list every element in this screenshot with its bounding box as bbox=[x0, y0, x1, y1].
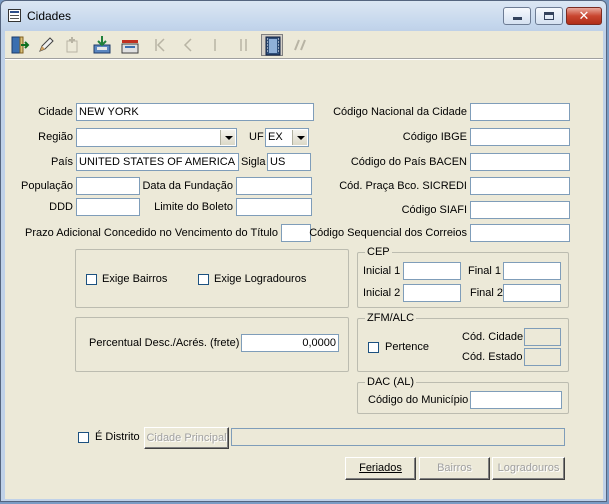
maximize-button[interactable] bbox=[535, 7, 563, 25]
cidade-principal-button[interactable]: Cidade Principal bbox=[144, 427, 229, 449]
cod-estado-input[interactable] bbox=[524, 348, 561, 366]
codigo-municipio-label: Código do Município bbox=[368, 394, 469, 406]
cep-final2-input[interactable] bbox=[503, 284, 561, 302]
cep-final1-label: Final 1 bbox=[468, 265, 502, 277]
limite-boleto-input[interactable] bbox=[236, 198, 312, 216]
e-distrito-checkbox[interactable] bbox=[78, 432, 89, 443]
exit-icon[interactable] bbox=[9, 34, 31, 56]
cep-group-title: CEP bbox=[365, 246, 392, 258]
dac-group-title: DAC (AL) bbox=[365, 376, 417, 388]
first-record-icon[interactable] bbox=[149, 34, 171, 56]
codigo-sequencial-correios-input[interactable] bbox=[470, 224, 570, 242]
next-record-icon[interactable] bbox=[205, 34, 227, 56]
cep-inicial2-label: Inicial 2 bbox=[363, 287, 401, 299]
film-icon[interactable] bbox=[261, 34, 283, 56]
populacao-label: População bbox=[21, 180, 73, 192]
logradouros-button[interactable]: Logradouros bbox=[492, 457, 565, 480]
cep-inicial1-label: Inicial 1 bbox=[363, 265, 401, 277]
uf-label: UF bbox=[249, 131, 264, 143]
cod-praca-sicredi-label: Cód. Praça Bco. SICREDI bbox=[339, 180, 467, 192]
cod-cidade-label: Cód. Cidade bbox=[462, 331, 524, 343]
cidades-window: Cidades ✕ Cidade NEW YORK Região UF EX P… bbox=[0, 0, 607, 502]
percentual-label: Percentual Desc./Acrés. (frete) bbox=[89, 337, 240, 349]
cod-estado-label: Cód. Estado bbox=[462, 351, 523, 363]
save-icon[interactable] bbox=[91, 34, 113, 56]
toolbar bbox=[5, 31, 603, 59]
cod-praca-sicredi-input[interactable] bbox=[470, 177, 570, 195]
bairros-button[interactable]: Bairros bbox=[419, 457, 490, 480]
close-button[interactable]: ✕ bbox=[566, 7, 602, 25]
cidade-principal-input[interactable] bbox=[231, 428, 565, 446]
minimize-button[interactable] bbox=[503, 7, 531, 25]
codigo-siafi-input[interactable] bbox=[470, 201, 570, 219]
zfm-group-title: ZFM/ALC bbox=[365, 312, 417, 324]
codigo-pais-bacen-input[interactable] bbox=[470, 153, 570, 171]
pais-label: País bbox=[50, 156, 73, 168]
exige-bairros-label: Exige Bairros bbox=[102, 273, 168, 285]
chevron-down-icon[interactable] bbox=[220, 130, 235, 145]
uf-value: EX bbox=[268, 131, 283, 143]
e-distrito-label: É Distrito bbox=[95, 431, 140, 443]
prazo-adicional-label: Prazo Adicional Concedido no Vencimento … bbox=[25, 227, 278, 239]
populacao-input[interactable] bbox=[76, 177, 140, 195]
ddd-input[interactable] bbox=[76, 198, 140, 216]
previous-record-icon[interactable] bbox=[177, 34, 199, 56]
codigo-municipio-input[interactable] bbox=[470, 391, 562, 409]
cidade-input[interactable]: NEW YORK bbox=[76, 103, 314, 121]
percentual-input[interactable]: 0,0000 bbox=[241, 334, 339, 352]
codigo-nacional-label: Código Nacional da Cidade bbox=[333, 106, 467, 118]
feriados-button[interactable]: Feriados bbox=[345, 457, 416, 480]
window-title: Cidades bbox=[27, 9, 72, 23]
pertence-label: Pertence bbox=[385, 341, 430, 353]
exige-logradouros-checkbox[interactable] bbox=[198, 274, 209, 285]
codigo-pais-bacen-label: Código do País BACEN bbox=[350, 156, 467, 168]
cidade-label: Cidade bbox=[38, 106, 73, 118]
exige-bairros-checkbox[interactable] bbox=[86, 274, 97, 285]
codigo-nacional-input[interactable] bbox=[470, 103, 570, 121]
pertence-checkbox[interactable] bbox=[368, 342, 379, 353]
cod-cidade-input[interactable] bbox=[524, 328, 561, 346]
window-icon bbox=[8, 9, 21, 22]
regiao-select[interactable] bbox=[76, 128, 237, 147]
search-icon[interactable] bbox=[289, 34, 311, 56]
codigo-ibge-input[interactable] bbox=[470, 128, 570, 146]
cep-inicial2-input[interactable] bbox=[403, 284, 461, 302]
codigo-ibge-label: Código IBGE bbox=[402, 131, 467, 143]
cep-final2-label: Final 2 bbox=[470, 287, 504, 299]
feriados-button-label: Feriados bbox=[359, 462, 402, 474]
cep-inicial1-input[interactable] bbox=[403, 262, 461, 280]
edit-icon[interactable] bbox=[35, 34, 57, 56]
codigo-siafi-label: Código SIAFI bbox=[401, 204, 467, 216]
title-bar[interactable]: Cidades ✕ bbox=[1, 1, 606, 31]
cancel-icon[interactable] bbox=[119, 34, 141, 56]
last-record-icon[interactable] bbox=[233, 34, 255, 56]
limite-boleto-label: Limite do Boleto bbox=[154, 201, 233, 213]
cep-final1-input[interactable] bbox=[503, 262, 561, 280]
new-record-icon[interactable] bbox=[61, 34, 83, 56]
form-area: Cidade NEW YORK Região UF EX País UNITED… bbox=[5, 59, 603, 499]
data-fundacao-label: Data da Fundação bbox=[142, 180, 233, 192]
sigla-label: Sigla bbox=[241, 156, 266, 168]
uf-select[interactable]: EX bbox=[265, 128, 309, 147]
exige-logradouros-label: Exige Logradouros bbox=[214, 273, 307, 285]
ddd-label: DDD bbox=[49, 201, 73, 213]
pais-input[interactable]: UNITED STATES OF AMERICA bbox=[76, 153, 239, 171]
regiao-label: Região bbox=[38, 131, 73, 143]
data-fundacao-input[interactable] bbox=[236, 177, 312, 195]
close-icon: ✕ bbox=[578, 8, 590, 23]
codigo-sequencial-correios-label: Código Sequencial dos Correios bbox=[309, 227, 467, 239]
